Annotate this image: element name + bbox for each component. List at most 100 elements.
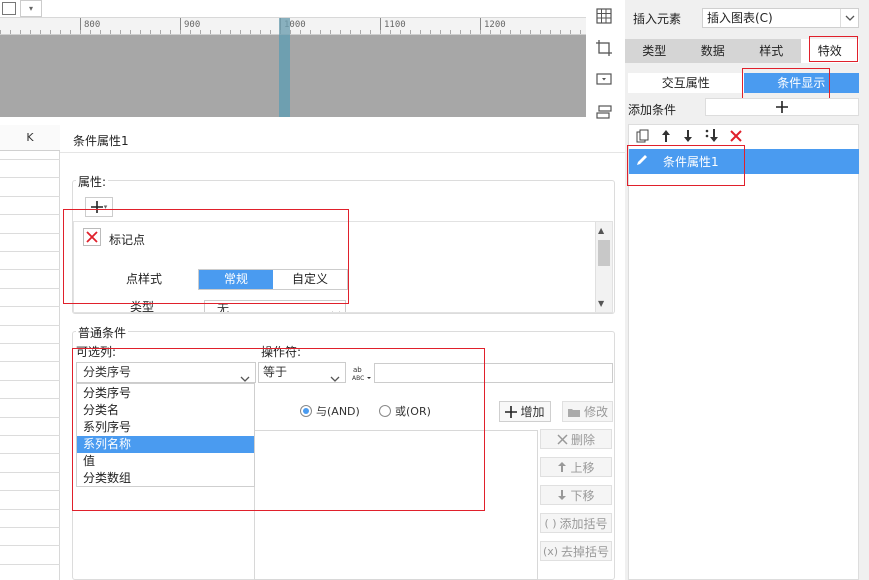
tab-type[interactable]: 类型 — [625, 39, 684, 63]
copy-icon[interactable] — [636, 129, 650, 146]
ruler-minor-tick — [10, 30, 11, 34]
tab-style[interactable]: 样式 — [742, 39, 801, 63]
tab-interaction[interactable]: 交互属性 — [628, 73, 744, 93]
attribute-scrollbar[interactable]: ▲ ▼ — [595, 222, 612, 312]
operator-select[interactable]: 等于 — [258, 362, 346, 383]
tab-data[interactable]: 数据 — [684, 39, 743, 63]
delete-icon[interactable] — [730, 130, 742, 145]
ruler-minor-tick — [200, 30, 201, 34]
bracket-icon: ( ) — [544, 516, 557, 530]
column-header: K — [0, 125, 60, 151]
top-toolbar: ▾ — [0, 0, 586, 18]
grid-icon[interactable] — [592, 4, 616, 28]
insert-element-select[interactable]: 插入图表(C) — [702, 8, 859, 28]
radio-checked-icon — [300, 405, 312, 417]
move-bottom-icon[interactable] — [704, 128, 720, 147]
ruler-minor-tick — [240, 30, 241, 34]
add-condition-button[interactable] — [705, 98, 859, 116]
partial-type-select[interactable]: 无 — [204, 300, 346, 312]
column-option[interactable]: 系列序号 — [77, 419, 254, 436]
sheet-row-line — [0, 380, 60, 381]
ruler-minor-tick — [140, 30, 141, 34]
ruler-minor-tick — [410, 30, 411, 34]
dialog-title: 条件属性1 — [73, 134, 129, 148]
arrow-up-icon[interactable] — [660, 129, 672, 146]
sheet-row-line — [0, 472, 60, 473]
radio-unchecked-icon — [379, 405, 391, 417]
frame-icon[interactable] — [2, 2, 16, 15]
ruler-minor-tick — [510, 30, 511, 34]
condition-list-area[interactable] — [254, 430, 538, 580]
attributes-title: 属性: — [76, 173, 109, 190]
point-style-custom[interactable]: 自定义 — [273, 270, 347, 289]
ruler-minor-tick — [110, 30, 111, 34]
or-radio[interactable]: 或(OR) — [379, 403, 431, 419]
point-style-regular[interactable]: 常规 — [199, 270, 273, 289]
tab-condition-display[interactable]: 条件显示 — [743, 73, 859, 93]
chevron-down-icon — [840, 9, 858, 27]
ruler-minor-tick — [570, 30, 571, 34]
add-bracket-button[interactable]: ( ) 添加括号 — [540, 513, 612, 533]
property-tabs: 类型 数据 样式 特效 — [625, 39, 859, 63]
ruler-minor-tick — [230, 30, 231, 34]
chevron-down-icon: ▾ — [103, 203, 108, 211]
layout-icon[interactable] — [592, 100, 616, 124]
add-button[interactable]: 增加 — [499, 401, 551, 422]
ruler-minor-tick — [480, 30, 481, 34]
sheet-row-line — [0, 306, 60, 307]
remove-bracket-button[interactable]: (x) 去掉括号 — [540, 541, 612, 561]
arrow-up-icon — [558, 462, 567, 472]
and-label: 与(AND) — [316, 405, 360, 418]
condition-list-item[interactable]: 条件属性1 — [629, 149, 859, 174]
remove-marker-button[interactable] — [83, 228, 101, 246]
delete-button[interactable]: 删除 — [540, 429, 612, 449]
formula-icon[interactable]: ab ABC — [350, 362, 372, 383]
modify-button[interactable]: 修改 — [562, 401, 613, 422]
move-up-button[interactable]: 上移 — [540, 457, 612, 477]
partial-type-label: 类型 — [130, 300, 155, 313]
ruler-minor-tick — [250, 30, 251, 34]
scroll-down-icon[interactable]: ▼ — [598, 299, 604, 308]
sheet-row-line — [0, 269, 60, 270]
add-attribute-button[interactable]: ▾ — [85, 197, 113, 217]
column-option[interactable]: 分类数组 — [77, 470, 254, 487]
ruler-minor-tick — [560, 30, 561, 34]
column-select[interactable]: 分类序号 — [76, 362, 256, 383]
scrollbar-thumb[interactable] — [598, 240, 610, 266]
arrow-down-icon[interactable] — [682, 129, 694, 146]
value-input[interactable] — [374, 363, 613, 383]
column-option[interactable]: 分类名 — [77, 402, 254, 419]
column-option-highlighted[interactable]: 系列名称 — [77, 436, 254, 453]
column-value: 分类序号 — [83, 365, 132, 379]
ruler-minor-tick — [400, 30, 401, 34]
design-canvas[interactable] — [0, 35, 586, 117]
dropdown-small-icon[interactable]: ▾ — [20, 0, 42, 17]
chevron-down-icon — [330, 369, 340, 388]
dropdown-widget-icon[interactable] — [592, 67, 616, 91]
sheet-row-line — [0, 361, 60, 362]
marker-label: 标记点 — [109, 233, 146, 247]
ruler-minor-tick — [340, 30, 341, 34]
crop-icon[interactable] — [592, 36, 616, 60]
ruler-minor-tick — [550, 30, 551, 34]
delete-button-label: 删除 — [570, 432, 595, 447]
ruler-minor-tick — [270, 30, 271, 34]
ruler-minor-tick — [430, 30, 431, 34]
ruler-minor-tick — [290, 30, 291, 34]
sheet-row-line — [0, 288, 60, 289]
ruler-minor-tick — [150, 30, 151, 34]
column-option[interactable]: 值 — [77, 453, 254, 470]
column-option[interactable]: 分类序号 — [77, 385, 254, 402]
move-down-button[interactable]: 下移 — [540, 485, 612, 505]
folder-edit-icon — [567, 408, 580, 417]
plus-icon — [776, 101, 788, 113]
add-bracket-button-label: 添加括号 — [559, 516, 608, 531]
scroll-up-icon[interactable]: ▲ — [598, 226, 604, 235]
sheet-row-line — [0, 159, 60, 160]
sheet-row-line — [0, 325, 60, 326]
tab-effects[interactable]: 特效 — [800, 39, 859, 63]
ruler-selection-marker — [279, 18, 290, 35]
pencil-icon — [635, 153, 649, 170]
ruler-minor-tick — [330, 30, 331, 34]
and-radio[interactable]: 与(AND) — [300, 403, 360, 419]
